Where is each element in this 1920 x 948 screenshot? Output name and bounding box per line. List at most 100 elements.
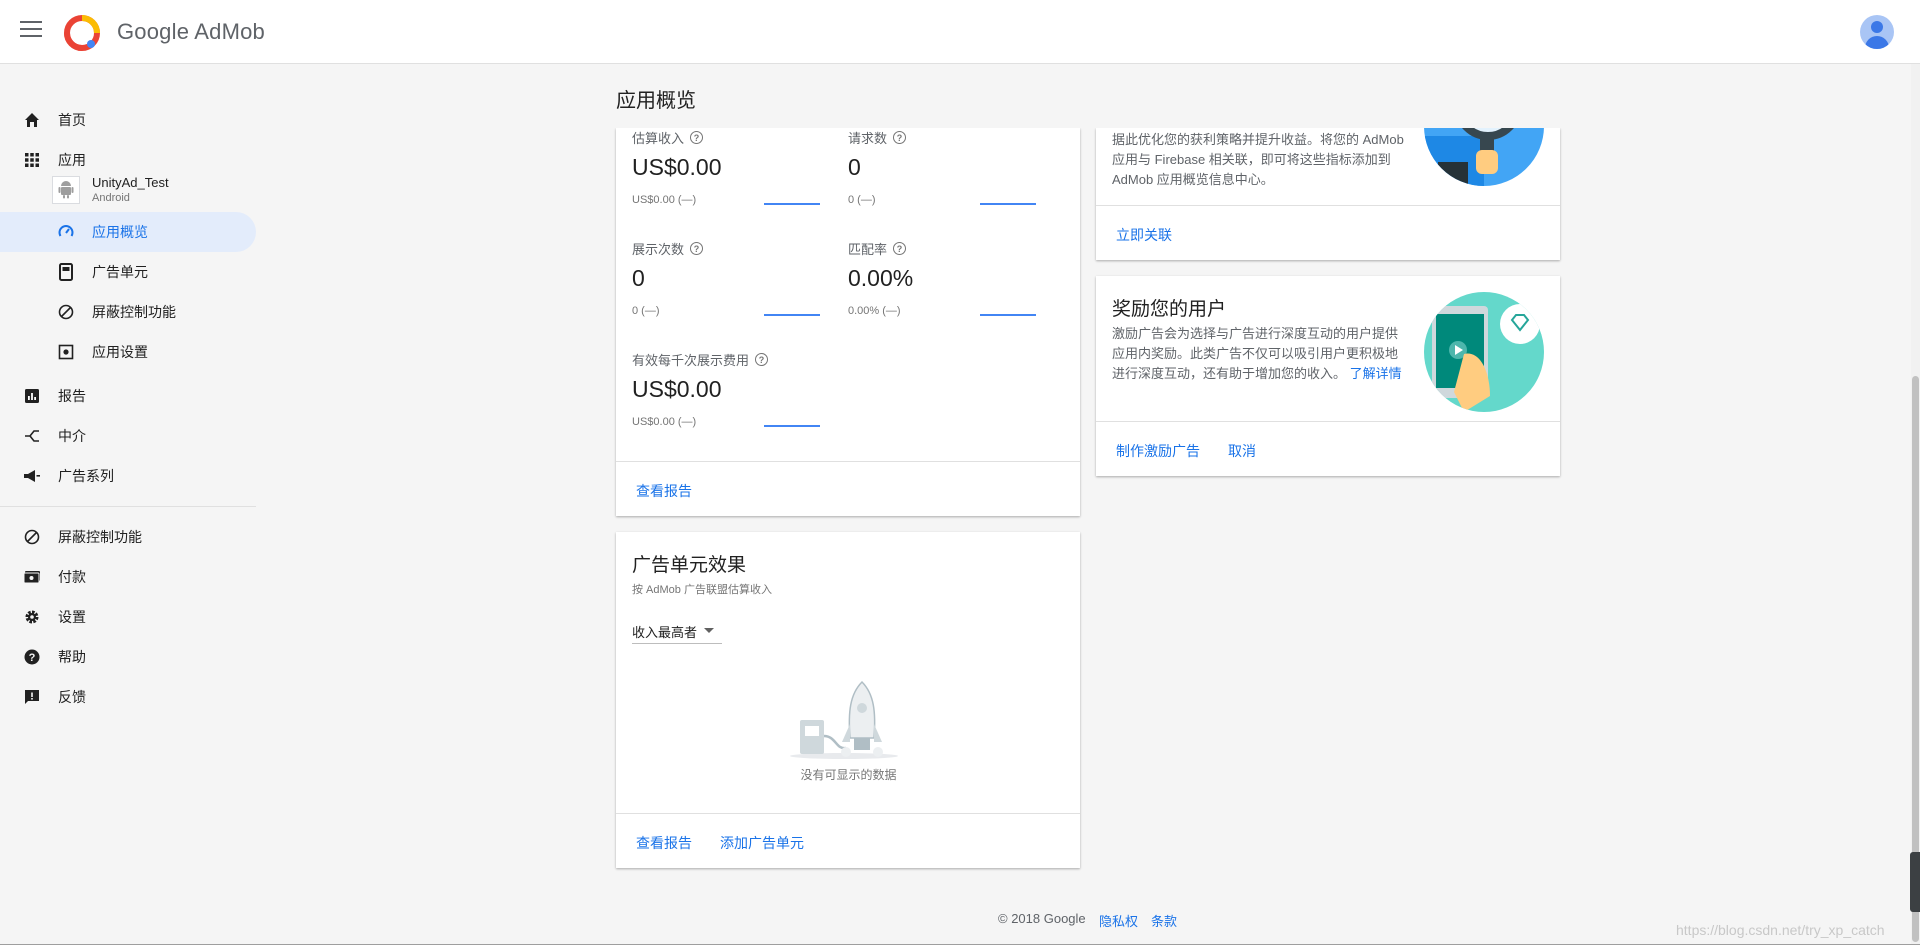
- metric-value: 0.00%: [848, 265, 914, 291]
- apps-grid-icon: [22, 150, 42, 170]
- sidebar-nav: 首页 应用 UnityAd_Test Android 应用概览 广告单元 屏蔽控…: [0, 64, 256, 948]
- sidebar-item-app-settings[interactable]: 应用设置: [0, 332, 256, 372]
- block-icon: [56, 302, 76, 322]
- account-avatar[interactable]: [1860, 15, 1894, 49]
- sidebar-item-blocking-controls[interactable]: 屏蔽控制功能: [0, 292, 256, 332]
- app-settings-icon: [56, 342, 76, 362]
- rocket-empty-state-illustration: [790, 680, 898, 759]
- learn-more-link[interactable]: 了解详情: [1350, 366, 1402, 381]
- card-actions: 制作激励广告 取消: [1096, 421, 1560, 476]
- side-panel-handle[interactable]: [1910, 852, 1920, 912]
- sidebar-item-app-overview[interactable]: 应用概览: [0, 212, 256, 252]
- block-icon: [22, 527, 42, 547]
- sidebar-divider: [0, 506, 256, 507]
- help-outline-icon[interactable]: ?: [690, 131, 704, 144]
- page-title-overlay: 应用概览: [616, 90, 696, 112]
- sparkline: [980, 314, 1036, 316]
- home-icon: [22, 110, 42, 130]
- metric-comparison: US$0.00 (—): [632, 194, 697, 206]
- admob-logo-icon: [64, 15, 100, 51]
- brand-product: AdMob: [194, 19, 265, 44]
- metric-label: 请求数: [848, 131, 888, 146]
- metric-label: 估算收入: [632, 131, 685, 146]
- svg-text:?: ?: [29, 652, 36, 664]
- metric-estimated-earnings: 估算收入? US$0.00 US$0.00 (—): [632, 128, 832, 228]
- card-title: 奖励您的用户: [1112, 299, 1227, 320]
- sidebar-item-payments[interactable]: 付款: [0, 557, 256, 597]
- card-desc-line: 激励广告会为选择与广告进行深度互动的用户提供: [1112, 326, 1399, 341]
- metric-label: 有效每千次展示费用: [632, 353, 750, 368]
- android-app-icon: [52, 176, 80, 204]
- ad-unit-icon: [56, 262, 76, 282]
- metric-label: 展示次数: [632, 242, 685, 257]
- card-desc-line: AdMob 应用概览信息中心。: [1112, 172, 1274, 187]
- sidebar-item-home[interactable]: 首页: [0, 100, 256, 140]
- card-desc-text: 进行深度互动，还有助于增加您的收入。: [1112, 366, 1347, 381]
- sidebar-item-mediation[interactable]: 中介: [0, 416, 256, 456]
- sidebar-item-label: 屏蔽控制功能: [58, 529, 142, 545]
- sidebar-item-help[interactable]: ? 帮助: [0, 637, 256, 677]
- sort-dropdown[interactable]: 收入最高者: [632, 618, 722, 644]
- sidebar-item-feedback[interactable]: 反馈: [0, 677, 256, 717]
- help-outline-icon[interactable]: ?: [690, 242, 704, 255]
- metric-requests: 请求数? 0 0 (—): [848, 128, 1048, 228]
- card-desc-line: 进行深度互动，还有助于增加您的收入。 了解详情: [1112, 364, 1432, 384]
- view-report-button[interactable]: 查看报告: [636, 833, 692, 853]
- top-app-bar: Google AdMob: [0, 0, 1920, 64]
- sidebar-item-campaigns[interactable]: 广告系列: [0, 456, 256, 496]
- app-name: UnityAd_Test: [92, 175, 169, 190]
- sidebar-item-label: 广告单元: [92, 264, 148, 280]
- sidebar-item-label: 应用设置: [92, 344, 148, 360]
- card-desc-line: 应用与 Firebase 相关联，即可将这些指标添加到: [1112, 152, 1391, 167]
- source-watermark: https://blog.csdn.net/try_xp_catch: [1676, 922, 1885, 938]
- empty-state-text: 没有可显示的数据: [800, 768, 897, 782]
- sidebar-item-reports[interactable]: 报告: [0, 376, 256, 416]
- metric-comparison: 0.00% (—): [848, 305, 901, 317]
- sidebar-item-ad-units[interactable]: 广告单元: [0, 252, 256, 292]
- reward-video-illustration: [1424, 292, 1544, 412]
- metrics-card: 估算收入? US$0.00 US$0.00 (—) 请求数? 0 0 (—) 展…: [616, 128, 1080, 516]
- card-description: 激励广告会为选择与广告进行深度互动的用户提供 应用内奖励。此类广告不仅可以吸引用…: [1112, 324, 1432, 384]
- help-outline-icon[interactable]: ?: [755, 353, 769, 366]
- card-title: 广告单元效果: [632, 555, 747, 576]
- hamburger-menu-icon[interactable]: [20, 21, 42, 41]
- product-logo-text: Google AdMob: [117, 19, 265, 45]
- metric-impressions: 展示次数? 0 0 (—): [632, 239, 832, 339]
- terms-link[interactable]: 条款: [1151, 911, 1177, 930]
- link-now-button[interactable]: 立即关联: [1116, 225, 1172, 245]
- metric-value: 0: [632, 265, 645, 291]
- metric-label: 匹配率: [848, 242, 888, 257]
- dropdown-arrow-icon: [704, 628, 714, 633]
- card-actions: 立即关联: [1096, 205, 1560, 260]
- help-outline-icon[interactable]: ?: [893, 131, 907, 144]
- view-report-button[interactable]: 查看报告: [636, 481, 692, 501]
- metric-comparison: 0 (—): [848, 194, 876, 206]
- sidebar-item-label: 反馈: [58, 689, 86, 705]
- card-subtitle: 按 AdMob 广告联盟估算收入: [632, 584, 772, 596]
- sidebar-item-label: 付款: [58, 569, 86, 585]
- create-rewarded-ad-button[interactable]: 制作激励广告: [1116, 441, 1200, 461]
- sidebar-item-label: 应用: [58, 152, 86, 168]
- sidebar-item-blocking-controls-account[interactable]: 屏蔽控制功能: [0, 517, 256, 557]
- sidebar-item-apps[interactable]: 应用: [0, 140, 256, 180]
- mediation-icon: [22, 426, 42, 446]
- add-ad-unit-button[interactable]: 添加广告单元: [720, 833, 804, 853]
- sidebar-item-label: 设置: [58, 609, 86, 625]
- speed-gauge-icon: [56, 222, 76, 242]
- dropdown-value: 收入最高者: [632, 625, 698, 640]
- metric-ecpm: 有效每千次展示费用? US$0.00 US$0.00 (—): [632, 350, 832, 450]
- payments-icon: [22, 567, 42, 587]
- metric-match-rate: 匹配率? 0.00% 0.00% (—): [848, 239, 1048, 339]
- sidebar-item-label: 应用概览: [92, 224, 148, 240]
- privacy-link[interactable]: 隐私权: [1099, 911, 1138, 930]
- card-desc-line: 应用内奖励。此类广告不仅可以吸引用户更积极地: [1112, 346, 1399, 361]
- dismiss-button[interactable]: 取消: [1228, 441, 1256, 461]
- sidebar-item-label: 帮助: [58, 649, 86, 665]
- card-actions: 查看报告 添加广告单元: [616, 813, 1080, 868]
- metric-comparison: US$0.00 (—): [632, 416, 697, 428]
- sidebar-item-settings[interactable]: 设置: [0, 597, 256, 637]
- firebase-link-card: 据此优化您的获利策略并提升收益。将您的 AdMob 应用与 Firebase 相…: [1096, 66, 1560, 260]
- reward-users-card: 奖励您的用户 激励广告会为选择与广告进行深度互动的用户提供 应用内奖励。此类广告…: [1096, 276, 1560, 476]
- help-outline-icon[interactable]: ?: [893, 242, 907, 255]
- campaign-icon: [22, 466, 42, 486]
